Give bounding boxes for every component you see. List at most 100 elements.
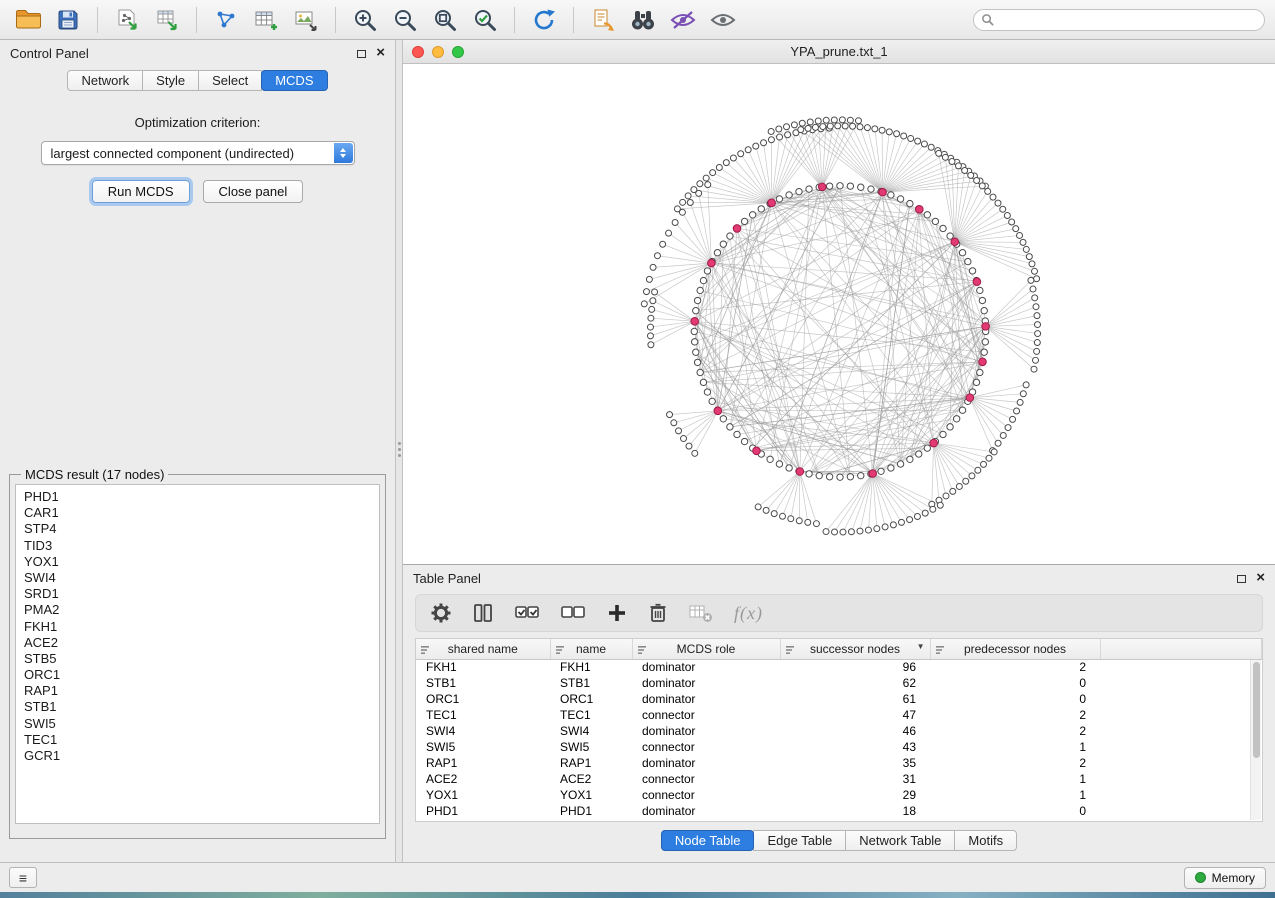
mcds-result-item[interactable]: TEC1	[24, 732, 379, 748]
close-panel-button[interactable]: Close panel	[203, 180, 304, 203]
mcds-result-item[interactable]: GCR1	[24, 748, 379, 764]
new-table-button[interactable]	[248, 4, 284, 36]
zoom-fit-button[interactable]	[427, 4, 463, 36]
table-tab-edge-table[interactable]: Edge Table	[753, 830, 846, 851]
cell-mcds-role: dominator	[632, 675, 780, 691]
copy-style-button[interactable]	[585, 4, 621, 36]
network-canvas[interactable]	[403, 64, 1275, 564]
network-window-titlebar[interactable]: YPA_prune.txt_1	[403, 40, 1275, 64]
table-row[interactable]: SWI5SWI5connector431	[416, 739, 1262, 755]
delete-column-button[interactable]	[648, 602, 668, 624]
table-scrollbar[interactable]	[1250, 660, 1261, 820]
mcds-result-item[interactable]: STB5	[24, 651, 379, 667]
run-mcds-button[interactable]: Run MCDS	[92, 180, 190, 203]
mcds-result-item[interactable]: PMA2	[24, 602, 379, 618]
hide-selected-button[interactable]	[665, 4, 701, 36]
import-table-icon	[155, 8, 179, 32]
float-panel-button[interactable]	[357, 46, 366, 61]
mcds-result-item[interactable]: PHD1	[24, 489, 379, 505]
control-tab-style[interactable]: Style	[142, 70, 199, 91]
table-row[interactable]: TEC1TEC1connector472	[416, 707, 1262, 723]
zoom-in-button[interactable]	[347, 4, 383, 36]
show-all-button[interactable]	[705, 4, 741, 36]
save-session-button[interactable]	[50, 4, 86, 36]
column-header-shared-name[interactable]: shared name	[416, 639, 550, 659]
mcds-result-item[interactable]: SWI4	[24, 570, 379, 586]
mcds-result-item[interactable]: ACE2	[24, 635, 379, 651]
panel-splitter[interactable]	[395, 40, 403, 862]
table-tab-network-table[interactable]: Network Table	[845, 830, 955, 851]
panel-menu-button[interactable]: ≡	[9, 867, 37, 888]
minimize-window-button[interactable]	[432, 46, 444, 58]
import-network-button[interactable]	[109, 4, 145, 36]
table-row[interactable]: RAP1RAP1dominator352	[416, 755, 1262, 771]
new-network-button[interactable]	[208, 4, 244, 36]
table-tab-motifs[interactable]: Motifs	[954, 830, 1017, 851]
close-window-button[interactable]	[412, 46, 424, 58]
criterion-dropdown[interactable]: largest connected component (undirected)	[41, 141, 355, 165]
function-builder-button[interactable]: f(x)	[734, 603, 763, 624]
zoom-selected-button[interactable]	[467, 4, 503, 36]
mcds-result-item[interactable]: YOX1	[24, 554, 379, 570]
add-column-button[interactable]	[606, 602, 628, 624]
table-tab-node-table[interactable]: Node Table	[661, 830, 755, 851]
select-all-button[interactable]	[514, 602, 540, 624]
mcds-result-item[interactable]: ORC1	[24, 667, 379, 683]
column-header-successor-nodes[interactable]: successor nodes▼	[780, 639, 930, 659]
search-box[interactable]	[973, 9, 1265, 31]
table-row[interactable]: PHD1PHD1dominator180	[416, 803, 1262, 819]
delete-table-button[interactable]	[688, 602, 714, 624]
control-tab-network[interactable]: Network	[67, 70, 143, 91]
mcds-result-item[interactable]: SRD1	[24, 586, 379, 602]
dropdown-stepper-icon	[334, 143, 353, 163]
column-header-name[interactable]: name	[550, 639, 632, 659]
mcds-result-item[interactable]: RAP1	[24, 683, 379, 699]
cell-shared-name: STB1	[416, 675, 550, 691]
table-row[interactable]: YOX1YOX1connector291	[416, 787, 1262, 803]
new-table-icon	[254, 8, 278, 32]
mcds-result-item[interactable]: FKH1	[24, 619, 379, 635]
search-input[interactable]	[999, 13, 1260, 27]
table-row[interactable]: ACE2ACE2connector311	[416, 771, 1262, 787]
mcds-result-item[interactable]: CAR1	[24, 505, 379, 521]
mcds-result-item[interactable]: SWI5	[24, 716, 379, 732]
column-header-MCDS-role[interactable]: MCDS role	[632, 639, 780, 659]
cell-shared-name: SWI4	[416, 723, 550, 739]
split-columns-button[interactable]	[472, 602, 494, 624]
table-header-row: shared namenameMCDS rolesuccessor nodes▼…	[416, 639, 1262, 659]
cell-filler	[1100, 787, 1262, 803]
memory-button[interactable]: Memory	[1184, 867, 1266, 889]
close-panel-icon-button[interactable]: ×	[376, 48, 385, 58]
settings-gear-icon	[430, 602, 452, 624]
cell-name: SWI5	[550, 739, 632, 755]
column-header-predecessor-nodes[interactable]: predecessor nodes	[930, 639, 1100, 659]
table-row[interactable]: SWI4SWI4dominator462	[416, 723, 1262, 739]
close-table-panel-button[interactable]: ×	[1256, 573, 1265, 583]
maximize-window-button[interactable]	[452, 46, 464, 58]
cell-predecessor-nodes: 2	[930, 707, 1100, 723]
deselect-all-button[interactable]	[560, 602, 586, 624]
mcds-result-item[interactable]: STP4	[24, 521, 379, 537]
refresh-button[interactable]	[526, 4, 562, 36]
float-table-panel-button[interactable]	[1237, 571, 1246, 586]
first-neighbors-button[interactable]	[625, 4, 661, 36]
table-row[interactable]: ORC1ORC1dominator610	[416, 691, 1262, 707]
scrollbar-thumb[interactable]	[1253, 662, 1260, 758]
table-row[interactable]: FKH1FKH1dominator962	[416, 659, 1262, 675]
table-row[interactable]: STB1STB1dominator620	[416, 675, 1262, 691]
cell-successor-nodes: 35	[780, 755, 930, 771]
column-type-icon	[556, 644, 566, 658]
cell-predecessor-nodes: 1	[930, 787, 1100, 803]
cell-shared-name: SWI5	[416, 739, 550, 755]
import-table-button[interactable]	[149, 4, 185, 36]
mcds-result-item[interactable]: TID3	[24, 538, 379, 554]
zoom-out-button[interactable]	[387, 4, 423, 36]
trash-icon	[648, 602, 668, 624]
mcds-result-item[interactable]: STB1	[24, 699, 379, 715]
table-settings-button[interactable]	[430, 602, 452, 624]
open-file-button[interactable]	[10, 4, 46, 36]
control-tab-mcds[interactable]: MCDS	[261, 70, 327, 91]
control-tab-select[interactable]: Select	[198, 70, 262, 91]
mcds-result-list[interactable]: PHD1CAR1STP4TID3YOX1SWI4SRD1PMA2FKH1ACE2…	[15, 484, 380, 824]
export-image-button[interactable]	[288, 4, 324, 36]
